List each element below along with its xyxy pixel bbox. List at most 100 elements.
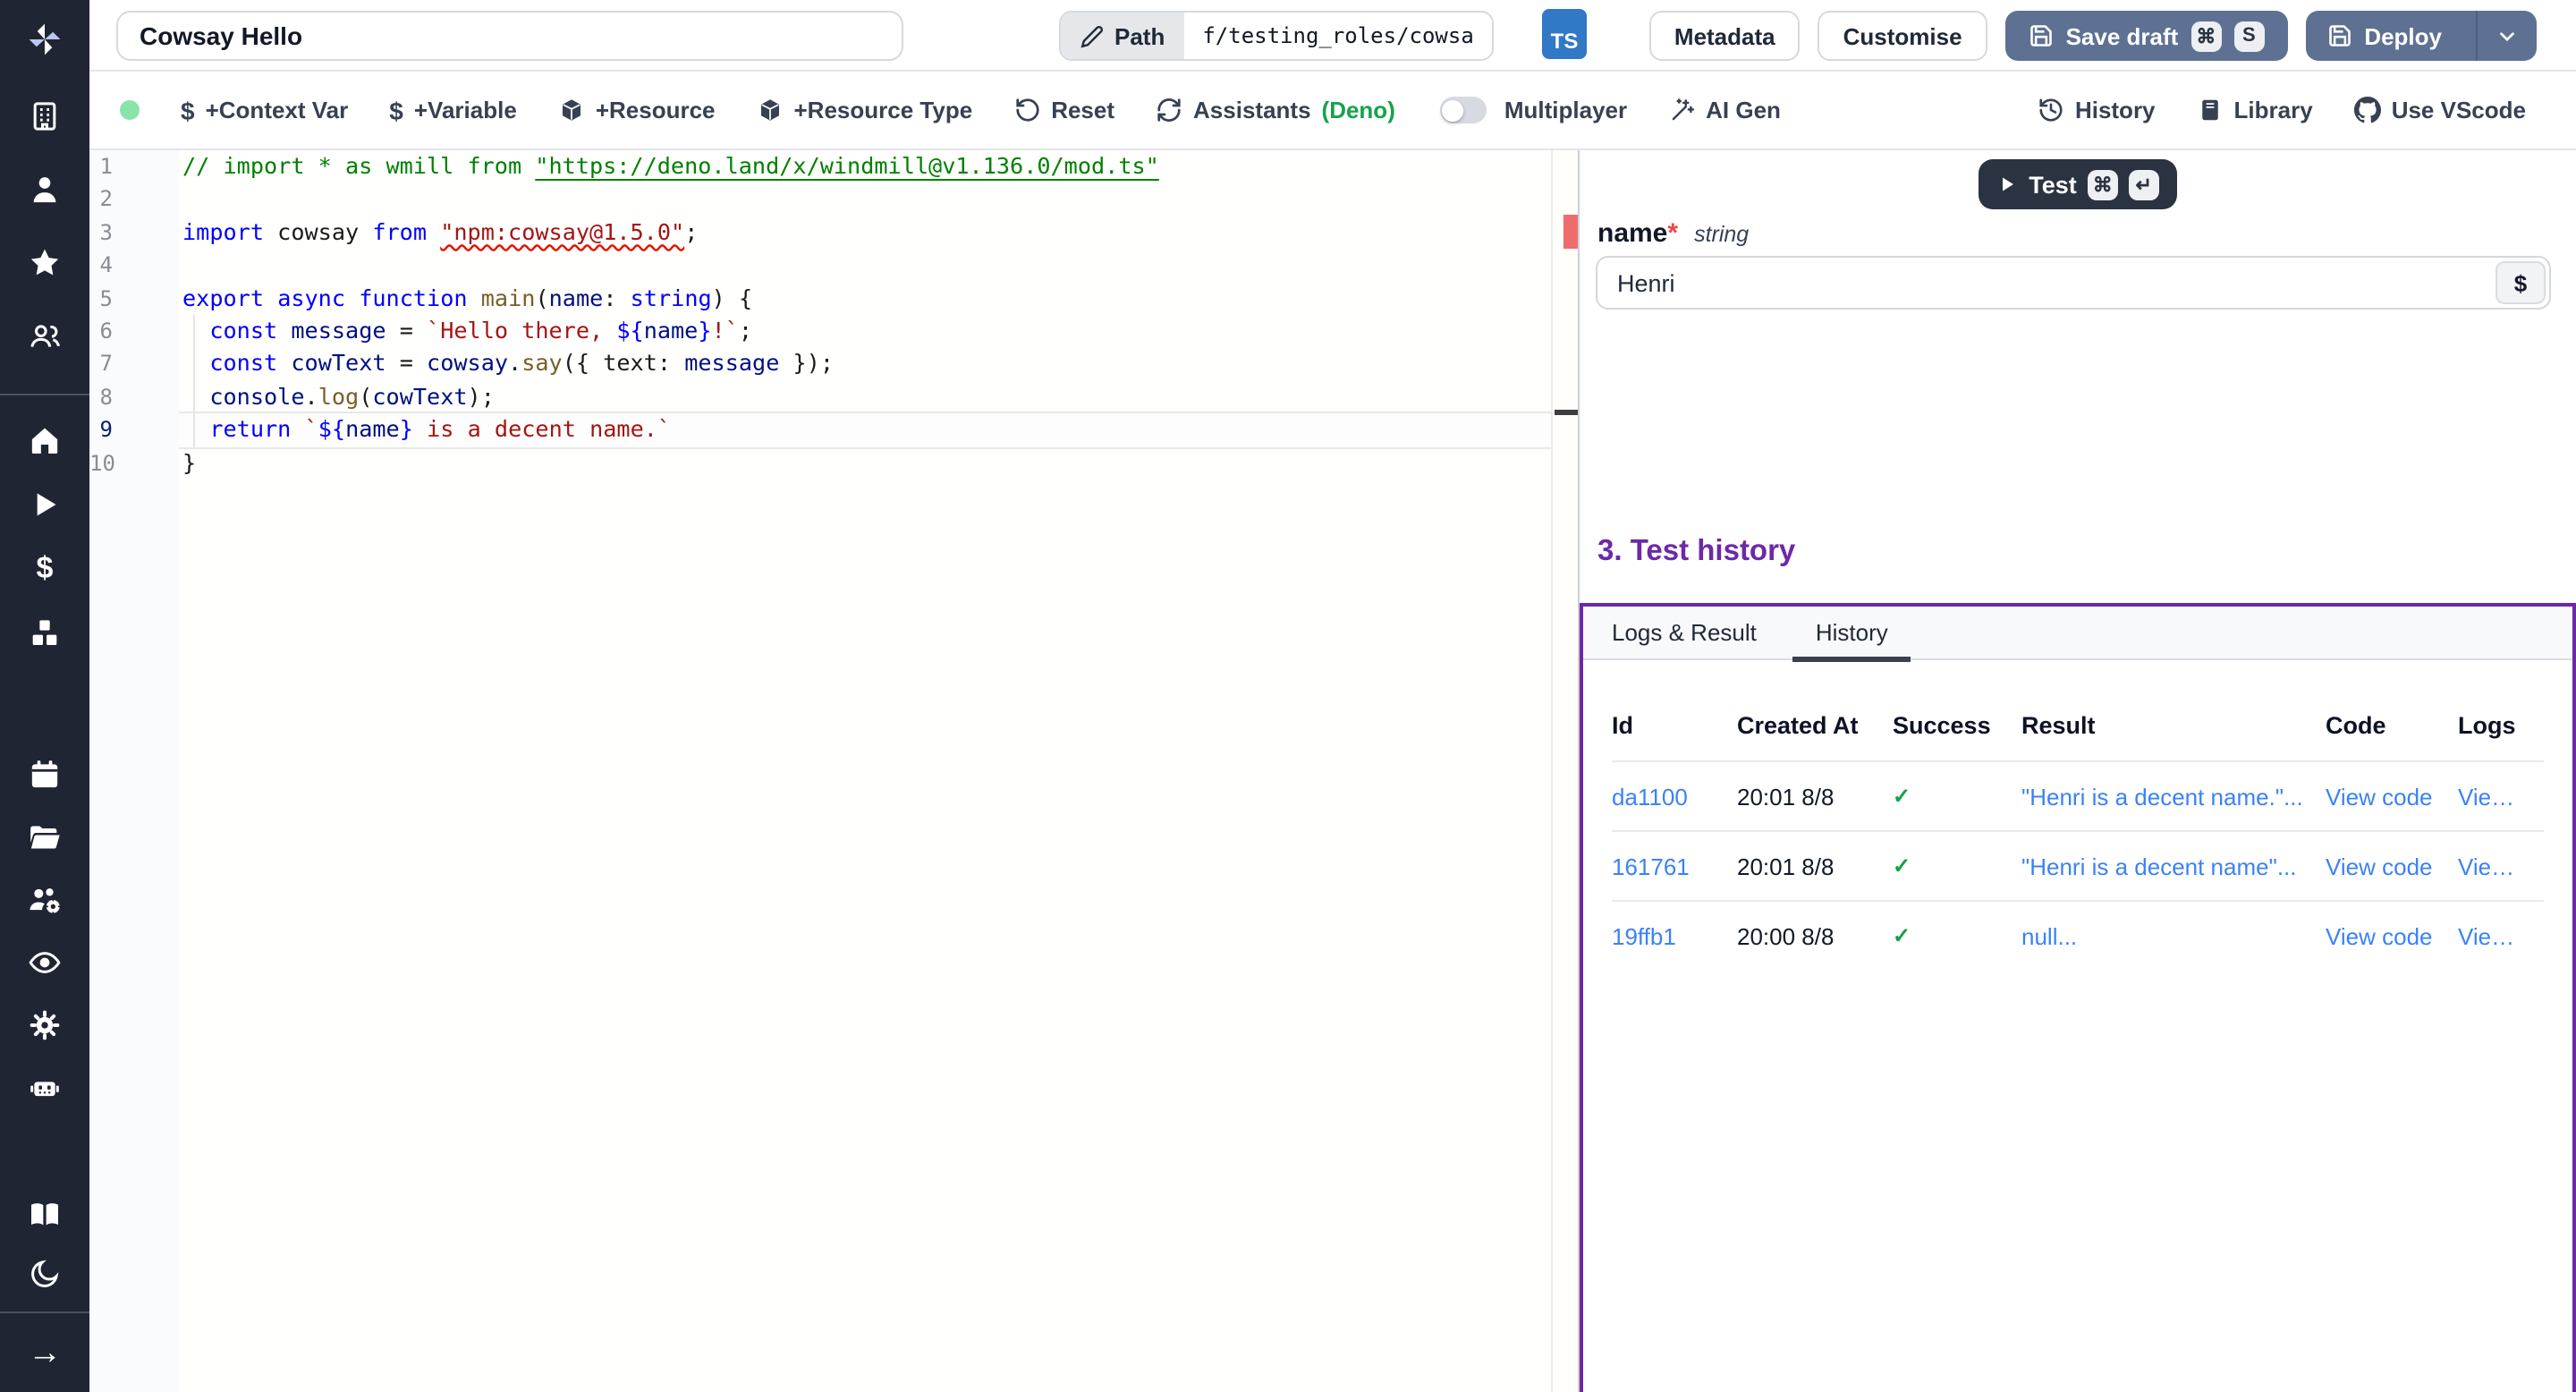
metadata-button-label: Metadata [1674, 22, 1775, 49]
add-resource-type-button[interactable]: +Resource Type [757, 97, 973, 123]
kbd-cmd: ⌘ [2190, 21, 2221, 51]
cube-icon [558, 97, 585, 123]
indent-guide [193, 315, 195, 446]
code-line[interactable]: console.log(cowText); [179, 380, 1551, 413]
sidebar-expand-button[interactable]: → [0, 1335, 89, 1374]
sidebar-item-folders[interactable] [0, 818, 89, 857]
language-badge-typescript: TS [1542, 9, 1587, 59]
customise-button[interactable]: Customise [1818, 11, 1987, 61]
sidebar-item-workspace[interactable] [0, 97, 89, 136]
editor-gutter: 12345678910 [89, 150, 179, 1392]
cubes-icon [27, 615, 63, 651]
cell-result[interactable]: "Henri is a decent name."... [2021, 783, 2326, 810]
code-line[interactable]: return `${name} is a decent name.` [179, 413, 1551, 446]
path-button[interactable]: Path f/testing_roles/cowsa [1059, 11, 1494, 61]
add-variable-button[interactable]: $ +Variable [389, 96, 517, 124]
add-context-var-button[interactable]: $ +Context Var [181, 96, 348, 124]
history-button[interactable]: History [2038, 97, 2156, 123]
deploy-button[interactable]: Deploy [2305, 11, 2537, 61]
sidebar-item-schedules[interactable] [0, 755, 89, 794]
test-history-panel: Logs & Result History IdCreated AtSucces… [1580, 603, 2576, 1392]
name-argument-input[interactable] [1596, 256, 2551, 310]
code-line[interactable] [179, 249, 1551, 282]
use-vscode-button[interactable]: Use VScode [2354, 97, 2526, 123]
tab-logs-result[interactable]: Logs & Result [1612, 606, 1757, 659]
cube-icon [757, 97, 784, 123]
cell-id[interactable]: 161761 [1612, 853, 1737, 879]
assistants-button[interactable]: Assistants (Deno) [1156, 97, 1395, 123]
code-line[interactable]: } [179, 446, 1551, 480]
code-editor[interactable]: 12345678910 // import * as wmill from "h… [89, 150, 1551, 1392]
code-line[interactable] [179, 183, 1551, 216]
table-row: da110020:01 8/8✓"Henri is a decent name.… [1612, 760, 2544, 830]
metadata-button[interactable]: Metadata [1649, 11, 1801, 61]
windmill-logo-icon [25, 20, 64, 59]
script-title-input[interactable] [116, 11, 903, 61]
column-header: Created At [1737, 711, 1893, 738]
insert-variable-button[interactable]: $ [2496, 261, 2546, 304]
sidebar-item-workers[interactable] [0, 880, 89, 920]
library-book-icon [2197, 97, 2224, 123]
cell-logs[interactable]: View logs [2458, 783, 2544, 810]
workers-gear-icon [27, 882, 63, 918]
pencil-icon [1080, 24, 1104, 47]
save-draft-button[interactable]: Save draft ⌘S [2005, 11, 2288, 61]
sidebar-item-resources[interactable] [0, 614, 89, 653]
windmill-logo-icon[interactable] [25, 16, 64, 63]
code-line[interactable]: const cowText = cowsay.say({ text: messa… [179, 348, 1551, 381]
sidebar-item-theme-toggle[interactable] [0, 1254, 89, 1294]
add-resource-label: +Resource [596, 97, 716, 123]
line-number: 4 [89, 249, 179, 282]
sidebar-item-settings[interactable] [0, 1006, 89, 1045]
cell-id[interactable]: 19ffb1 [1612, 922, 1737, 949]
cell-success: ✓ [1893, 923, 2021, 948]
reset-button[interactable]: Reset [1013, 97, 1114, 123]
ai-gen-button[interactable]: AI Gen [1668, 97, 1781, 123]
code-line[interactable]: export async function main(name: string)… [179, 282, 1551, 315]
multiplayer-toggle[interactable] [1440, 97, 1487, 123]
history-table: IdCreated AtSuccessResultCodeLogs da1100… [1583, 689, 2572, 970]
line-number: 10 [89, 446, 179, 480]
test-button[interactable]: Test ⌘↵ [1979, 159, 2177, 209]
test-panel: Test ⌘↵ name* string $ 3. Test history L… [1580, 150, 2576, 1392]
deploy-label: Deploy [2364, 22, 2442, 49]
calendar-icon [27, 757, 63, 793]
tab-history[interactable]: History [1816, 606, 1888, 659]
code-line[interactable]: import cowsay from "npm:cowsay@1.5.0"; [179, 216, 1551, 250]
cell-logs[interactable]: View logs [2458, 853, 2544, 879]
cell-code[interactable]: View code [2326, 922, 2458, 949]
deploy-dropdown-button[interactable] [2476, 11, 2537, 61]
editor-code-area[interactable]: // import * as wmill from "https://deno.… [179, 150, 1551, 1392]
cell-id[interactable]: da1100 [1612, 783, 1737, 810]
line-number: 5 [89, 282, 179, 315]
sidebar-item-groups[interactable] [0, 317, 89, 356]
sidebar-item-favorites[interactable] [0, 243, 89, 283]
add-variable-label: +Variable [414, 97, 517, 123]
cell-code[interactable]: View code [2326, 853, 2458, 879]
sidebar-item-runs[interactable] [0, 485, 89, 524]
column-header: Logs [2458, 711, 2544, 738]
sidebar-item-docs[interactable] [0, 1195, 89, 1235]
code-line[interactable]: const message = `Hello there, ${name}!`; [179, 315, 1551, 348]
add-context-var-label: +Context Var [206, 97, 349, 123]
sidebar-item-ai[interactable] [0, 1068, 89, 1108]
sidebar-item-variables[interactable]: $ [0, 549, 89, 589]
line-number: 7 [89, 348, 179, 381]
code-line[interactable]: // import * as wmill from "https://deno.… [179, 150, 1551, 183]
sidebar-item-home[interactable] [0, 420, 89, 460]
cell-code[interactable]: View code [2326, 783, 2458, 810]
cell-result[interactable]: null... [2021, 922, 2326, 949]
history-label: History [2075, 97, 2156, 123]
sidebar-item-user[interactable] [0, 170, 89, 209]
script-path-value[interactable]: f/testing_roles/cowsa [1184, 13, 1491, 59]
sidebar-item-audit-logs[interactable] [0, 943, 89, 982]
github-icon [2354, 97, 2381, 123]
cell-result[interactable]: "Henri is a decent name"... [2021, 853, 2326, 879]
user-group-icon [27, 318, 63, 354]
test-button-label: Test [2029, 171, 2077, 198]
use-vscode-label: Use VScode [2392, 97, 2526, 123]
add-resource-button[interactable]: +Resource [558, 97, 716, 123]
library-button[interactable]: Library [2197, 97, 2313, 123]
cell-logs[interactable]: View logs [2458, 922, 2544, 949]
line-number: 6 [89, 315, 179, 348]
